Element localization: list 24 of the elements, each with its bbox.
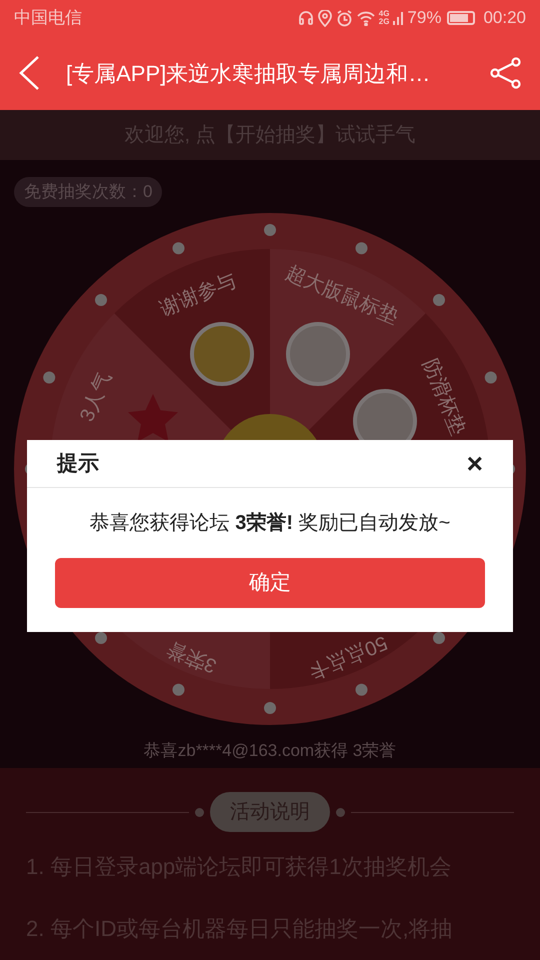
headphones-icon: [298, 10, 314, 26]
carrier-name: 中国电信: [14, 7, 82, 30]
dialog-message: 恭喜您获得论坛 3荣誉! 奖励已自动发放~: [88, 511, 452, 536]
clock-time: 00:20: [483, 7, 526, 30]
battery-icon: [447, 11, 476, 25]
close-button[interactable]: ×: [466, 450, 483, 478]
confirm-button[interactable]: 确定: [55, 558, 485, 608]
dialog-title: 提示: [57, 450, 99, 477]
network-label: 2G: [378, 18, 390, 26]
wifi-icon: [356, 10, 375, 26]
alarm-icon: [336, 10, 353, 26]
prize-label: 谢谢参与: [156, 268, 240, 323]
location-icon: [318, 10, 332, 26]
page-title: [专属APP]来逆水寒抽取专属周边和…: [66, 60, 432, 88]
winner-notice: 恭喜zb****4@163.com获得 3荣誉: [142, 740, 398, 762]
prize-label: 超大版鼠标垫: [281, 261, 403, 330]
prize-label: 3荣誉: [163, 636, 221, 680]
prize-label: 防滑杯垫: [417, 354, 470, 440]
network-label: 4G: [378, 10, 390, 18]
battery-percent: 79%: [407, 7, 442, 30]
share-icon[interactable]: [490, 57, 522, 89]
prize-label: 50点点卡: [304, 630, 392, 686]
signal-icon: [393, 10, 404, 26]
prize-label: 3人气: [75, 368, 118, 426]
